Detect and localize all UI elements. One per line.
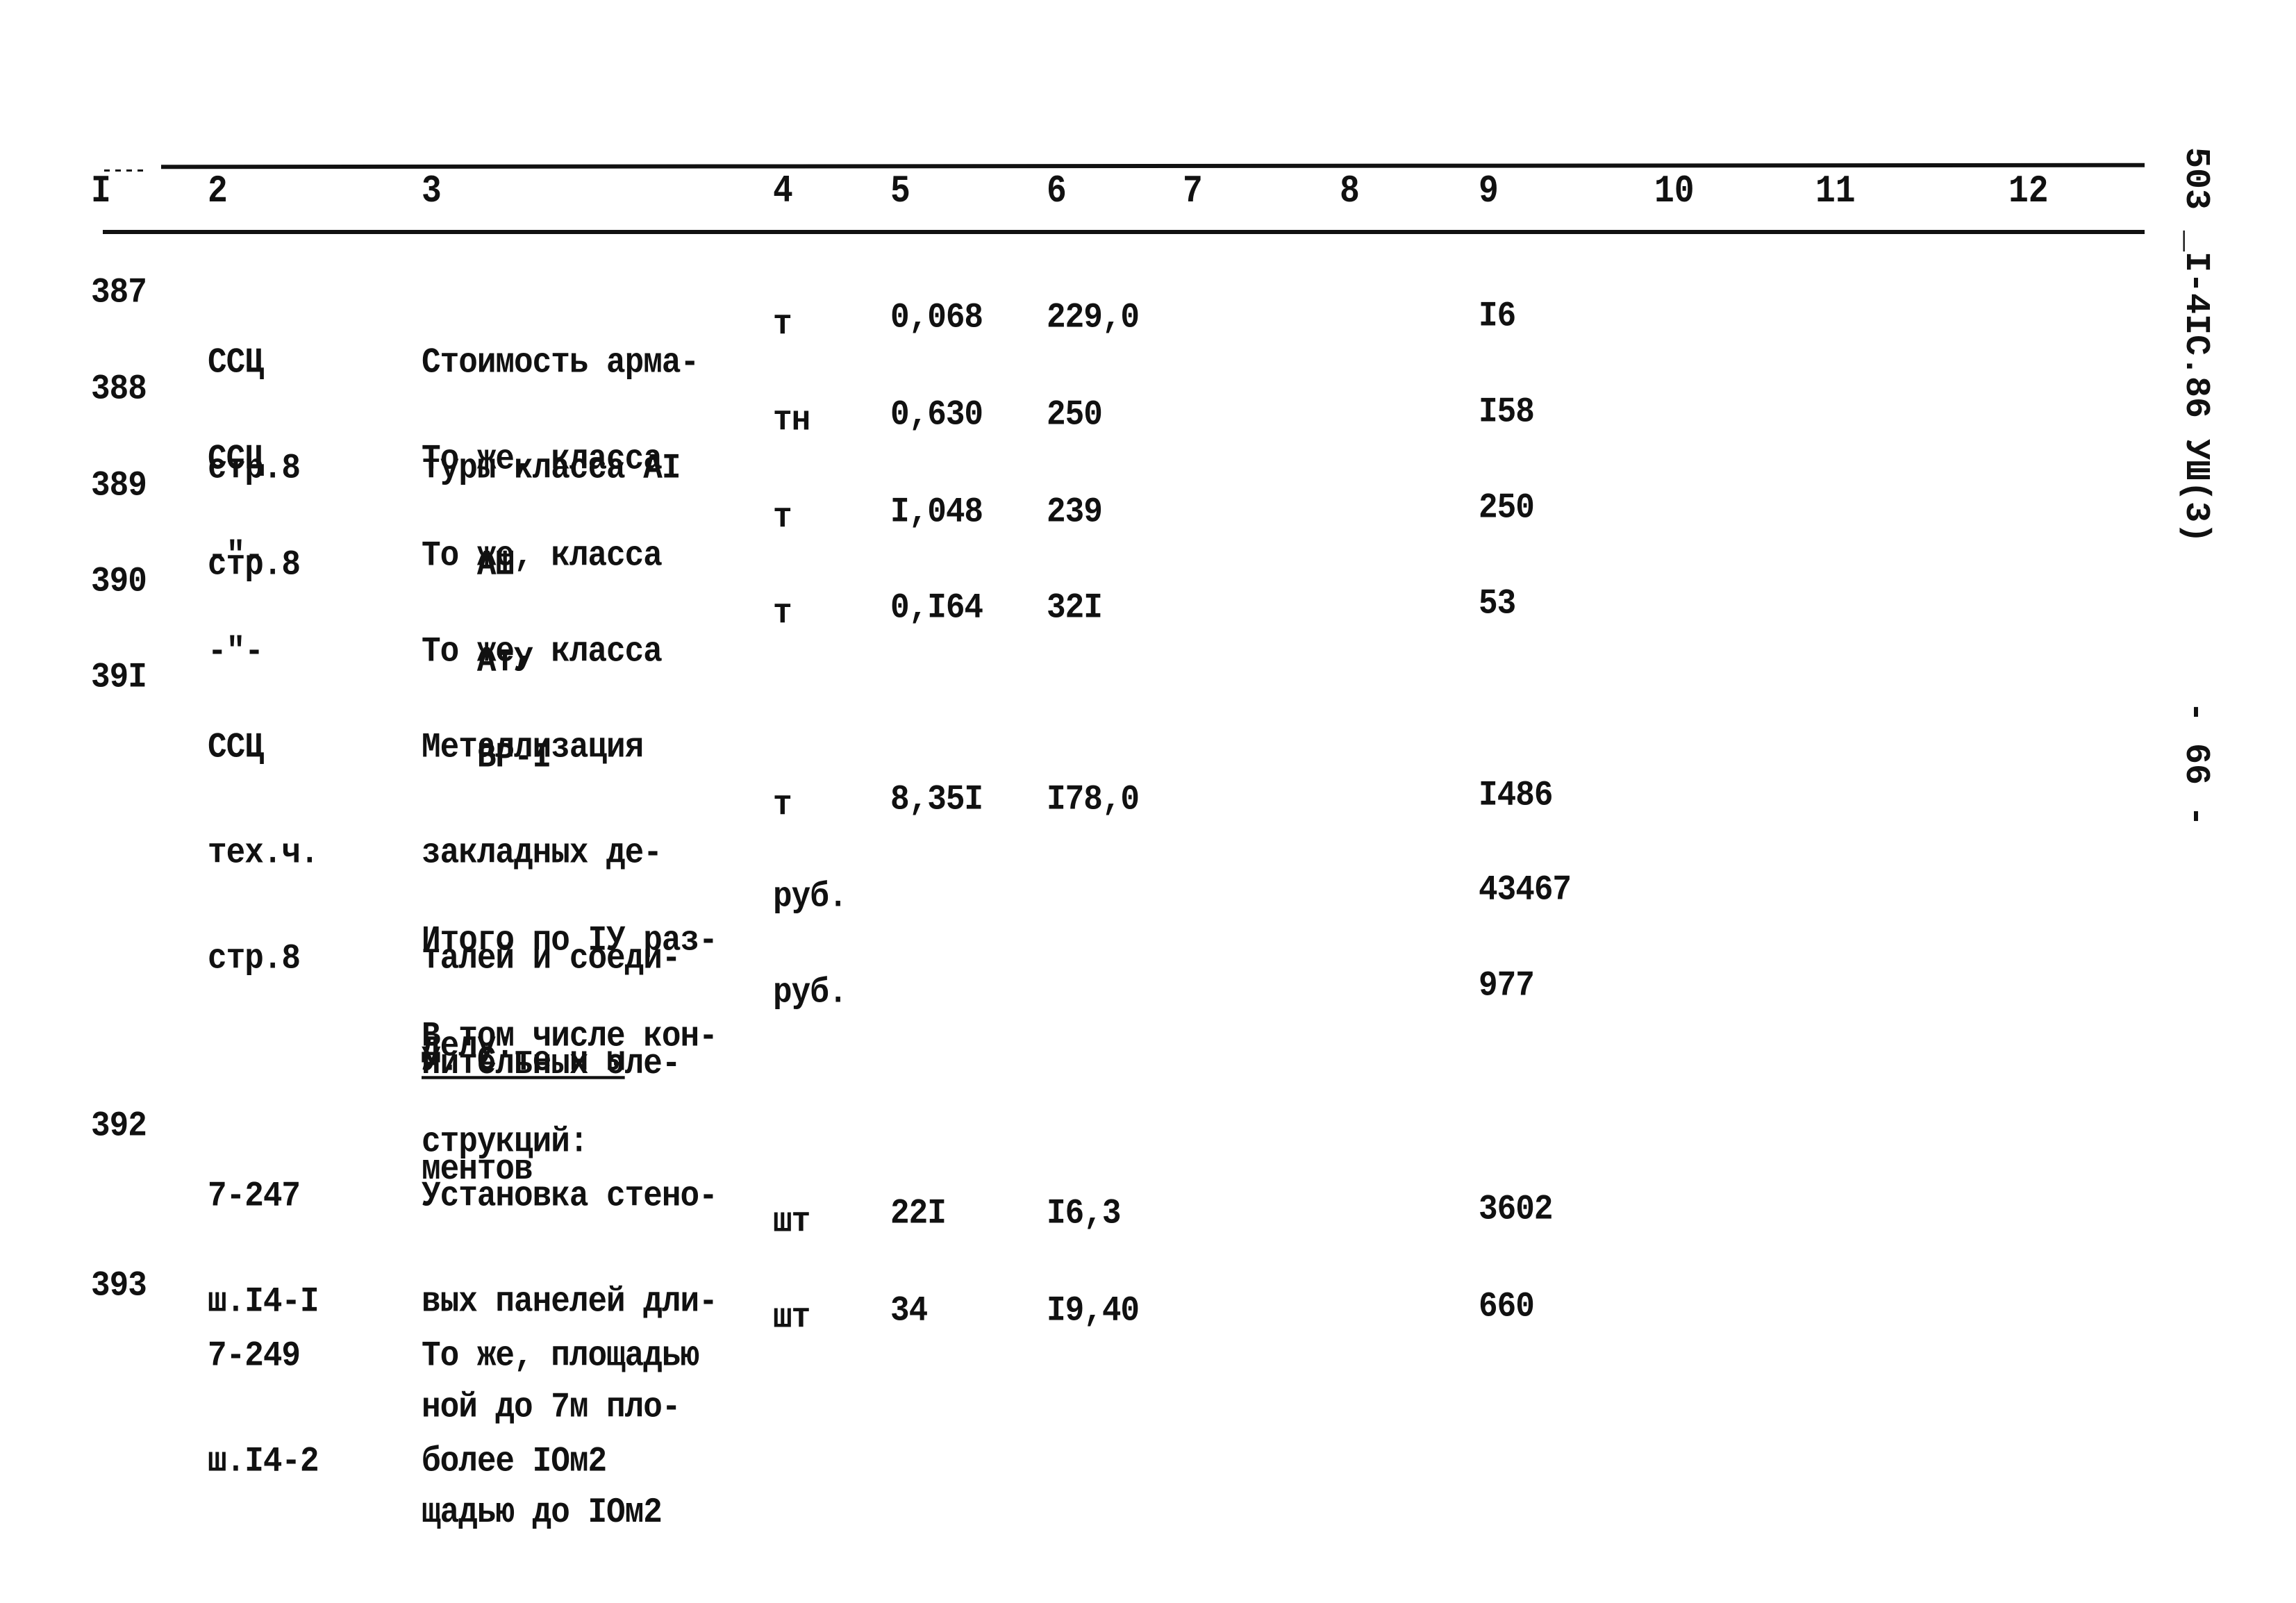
row-unit-price: I6,3 <box>1047 1193 1121 1234</box>
ref-line: 7-247 <box>208 1176 301 1217</box>
header-bottom-rule <box>103 230 2145 234</box>
row-unit-price: I78,0 <box>1047 779 1140 820</box>
summary-total: 43467 <box>1479 870 1572 910</box>
row-quantity: 8,35I <box>890 779 983 820</box>
desc-line: То же, площадью <box>422 1336 699 1377</box>
row-total: I6 <box>1479 296 1516 336</box>
desc-line: более IОм2 <box>422 1441 607 1481</box>
row-total: 660 <box>1479 1286 1535 1327</box>
header-top-rule <box>160 163 2145 169</box>
document-code: 503 _I-4IC.86 УШ(3) <box>2176 147 2215 544</box>
row-unit-price: I9,40 <box>1047 1290 1140 1331</box>
row-total: 53 <box>1479 583 1516 624</box>
row-unit: шт <box>773 1202 810 1242</box>
row-quantity: 0,630 <box>890 394 983 435</box>
row-number: 389 <box>91 465 147 506</box>
row-number: 390 <box>91 561 147 601</box>
row-unit: тн <box>773 400 810 440</box>
row-number: 393 <box>91 1265 147 1306</box>
row-unit: т <box>773 497 792 538</box>
column-header-9: 9 <box>1479 170 1499 214</box>
column-header-12: 12 <box>2008 170 2049 214</box>
row-unit: шт <box>773 1297 810 1338</box>
column-header-10: 10 <box>1654 170 1695 214</box>
ref-line: стр.8 <box>208 938 301 979</box>
row-total: 3602 <box>1479 1189 1553 1229</box>
column-header-8: 8 <box>1340 170 1360 214</box>
row-unit-price: 229,0 <box>1047 297 1140 338</box>
summary-total: 977 <box>1479 965 1535 1006</box>
row-unit: т <box>773 593 792 633</box>
row-quantity: 0,I64 <box>890 588 983 628</box>
ref-line: тех.ч. <box>208 833 319 873</box>
row-number: 392 <box>91 1106 147 1146</box>
ref-line: ш.I4-2 <box>208 1441 319 1481</box>
row-unit-price: 239 <box>1047 492 1103 532</box>
row-quantity: 34 <box>890 1290 928 1331</box>
row-unit-price: 250 <box>1047 394 1103 435</box>
desc-line: Металлизация <box>422 727 644 768</box>
row-quantity: 0,068 <box>890 297 983 338</box>
row-quantity: 22I <box>890 1193 947 1234</box>
row-total: I58 <box>1479 392 1535 432</box>
summary-unit: руб. <box>773 972 847 1013</box>
row-unit: т <box>773 785 792 825</box>
ref-line: 7-249 <box>208 1336 301 1377</box>
column-header-3: 3 <box>422 170 442 214</box>
row-quantity: I,048 <box>890 492 983 532</box>
summary-unit: руб. <box>773 877 847 917</box>
row-total: 250 <box>1479 488 1535 528</box>
column-header-1: I <box>91 170 111 214</box>
row-number: 387 <box>91 272 147 313</box>
row-reference: 7-249 ш.I4-2 <box>208 1268 319 1550</box>
section-title: У. С те н ы <box>422 1040 626 1081</box>
column-header-2: 2 <box>208 170 228 214</box>
row-reference: ССЦ тех.ч. стр.8 <box>208 660 319 1047</box>
column-header-11: 11 <box>1815 170 1856 214</box>
column-header-6: 6 <box>1047 170 1067 214</box>
column-header-5: 5 <box>890 170 910 214</box>
document-page: I 2 3 4 5 6 7 8 9 10 11 12 387 ССЦ стр.8… <box>0 0 2296 1530</box>
row-total: I486 <box>1479 775 1553 815</box>
row-unit: т <box>773 304 792 344</box>
row-unit-price: 32I <box>1047 588 1103 628</box>
row-description: То же, площадью более IОм2 <box>422 1268 699 1550</box>
row-number: 39I <box>91 657 147 697</box>
desc-line: Установка стено- <box>422 1176 718 1217</box>
ref-line: ССЦ <box>208 727 264 768</box>
row-number: 388 <box>91 369 147 409</box>
column-header-7: 7 <box>1183 170 1203 214</box>
column-header-4: 4 <box>773 170 793 214</box>
page-number: - 66 - <box>2176 701 2215 827</box>
